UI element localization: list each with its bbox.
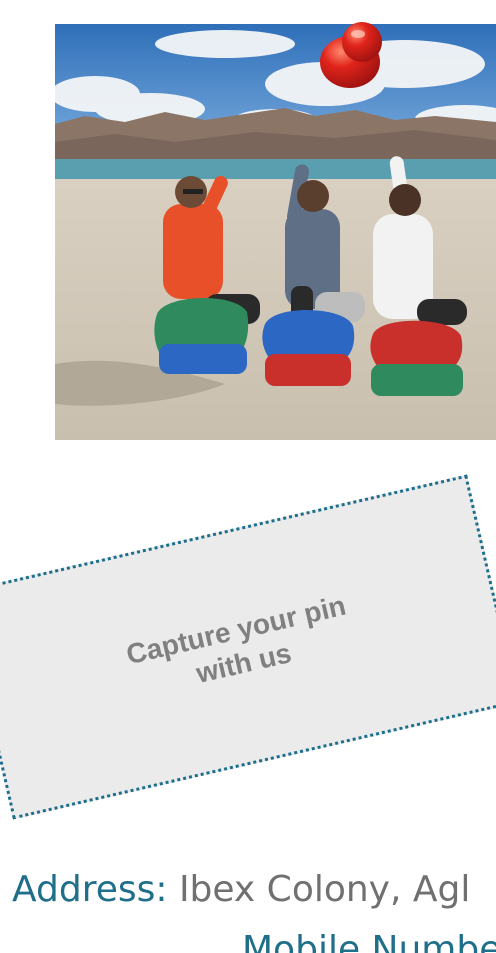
placeholder-text: Capture your pin with us	[123, 589, 349, 690]
group-photo	[55, 24, 496, 440]
photo-upload-placeholder[interactable]: Capture your pin with us	[0, 474, 496, 820]
address-line: Address: Ibex Colony, Agl	[12, 868, 470, 912]
address-value: Ibex Colony, Agl	[167, 869, 471, 910]
group-photo-illustration	[55, 24, 496, 440]
push-pin-icon	[314, 18, 390, 92]
page: Capture your pin with us Address: Ibex C…	[0, 0, 496, 953]
address-label: Address:	[12, 869, 168, 910]
mobile-number-label: Mobile Number	[242, 929, 496, 953]
